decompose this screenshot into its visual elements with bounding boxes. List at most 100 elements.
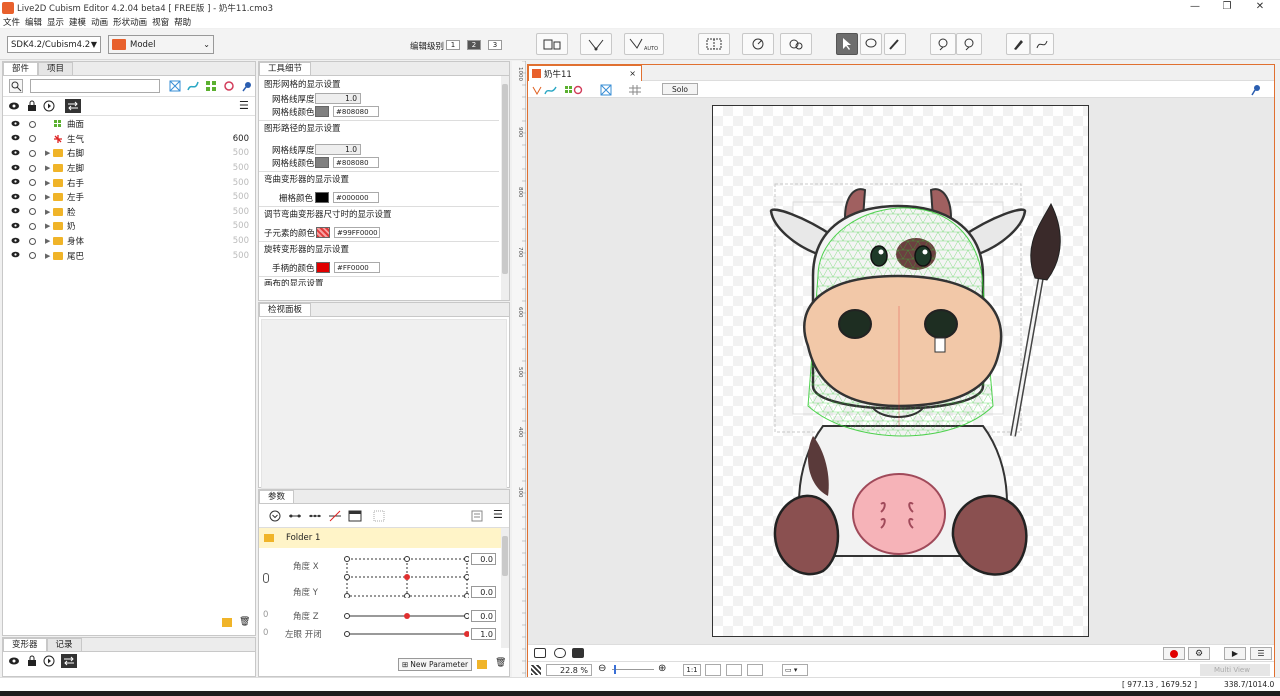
play-button[interactable]: ▶ [1224,647,1246,660]
lock-toggle-icon[interactable] [29,237,36,245]
warp-child-color-input[interactable]: #99FF0000 [334,227,380,238]
trash-icon[interactable]: 🗑 [239,617,250,627]
warp-grid-color-swatch[interactable] [315,192,329,203]
lock-toggle-icon[interactable] [29,193,36,201]
parameter-scrollbar[interactable] [501,528,509,648]
edit-level-3[interactable]: 3 [488,40,502,50]
parameter-folder-row[interactable]: Folder 1 [259,528,509,548]
path-tool-icon[interactable] [532,84,558,96]
visibility-eye-icon[interactable] [11,207,20,216]
edit-level-1[interactable]: 1 [446,40,460,50]
parts-row[interactable]: 曲面 [3,117,255,132]
remove-key-icon[interactable] [327,509,343,523]
flip-view-icon[interactable] [747,664,763,676]
new-folder-icon[interactable] [222,618,232,627]
tab-tool-detail[interactable]: 工具细节 [259,62,312,75]
list-view-icon[interactable] [469,509,485,523]
scrollbar-thumb[interactable] [502,536,508,576]
sdk-select[interactable]: SDK4.2/Cubism4.2 ▼ [7,36,101,53]
actual-size-button[interactable]: 1:1 [683,664,701,676]
tab-history[interactable]: 记录 [46,638,82,651]
menu-window[interactable]: 视窗 [152,16,169,28]
path-tool-button[interactable] [1030,33,1054,55]
visibility-eye-icon[interactable] [11,120,20,129]
path-thickness-input[interactable]: 1.0 [315,144,361,155]
lock-toggle-icon[interactable] [29,164,36,172]
lock-icon[interactable] [27,100,37,115]
play-circle-icon[interactable] [43,655,55,670]
menu-edit[interactable]: 编辑 [25,16,42,28]
pin-filter-icon[interactable] [241,80,253,92]
menu-modeling[interactable]: 建模 [69,16,86,28]
visibility-eye-icon[interactable] [11,149,20,158]
collapse-circle-icon[interactable] [267,509,283,523]
display-mode-select[interactable]: ▭ ▾ [782,664,808,676]
grid-toggle-icon[interactable] [628,84,642,96]
search-icon[interactable] [9,79,23,93]
menu-shape-animation[interactable]: 形状动画 [113,16,147,28]
select-tool-button[interactable] [836,33,858,55]
tab-parameters[interactable]: 参数 [259,490,295,503]
warp-child-color-swatch[interactable] [316,227,330,238]
tab-project[interactable]: 项目 [38,62,74,75]
menu-file[interactable]: 文件 [3,16,20,28]
parts-row[interactable]: ▶ 右脚 500 [3,146,255,161]
swap-icon[interactable] [65,99,81,113]
visibility-toggle-all-icon[interactable] [8,101,20,114]
parts-row[interactable]: ▶ 身体 500 [3,234,255,249]
lock-toggle-icon[interactable] [29,120,36,128]
lock-toggle-icon[interactable] [29,179,36,187]
parts-row[interactable]: 生气 600 [3,132,255,147]
chevron-right-icon[interactable]: ▶ [45,222,51,230]
lock-toggle-icon[interactable] [29,149,36,157]
rotation-deformer-button[interactable] [742,33,774,55]
warp-grid-color-input[interactable]: #000000 [333,192,379,203]
hamburger-menu-icon[interactable]: ☰ [239,100,249,111]
close-button[interactable]: ✕ [1245,0,1275,15]
lock-icon[interactable] [27,655,37,670]
link-icon[interactable] [263,573,269,583]
parts-row[interactable]: ▶ 尾巴 500 [3,248,255,263]
mesh-thickness-input[interactable]: 1.0 [315,93,361,104]
path-filter-icon[interactable] [187,80,199,92]
param-value-left-eye[interactable]: 1.0 [471,628,496,640]
rotation-handle-color-swatch[interactable] [316,262,330,273]
mesh-color-input[interactable]: #808080 [333,106,379,117]
camera-icon[interactable] [534,648,546,658]
lock-toggle-icon[interactable] [29,208,36,216]
parts-row[interactable]: ▶ 奶 500 [3,219,255,234]
path-color-swatch[interactable] [315,157,329,168]
swap-icon[interactable] [61,654,77,668]
mesh-filter-icon[interactable] [169,80,181,92]
visibility-eye-icon[interactable] [11,178,20,187]
record-button[interactable] [1163,647,1185,660]
add-three-keys-icon[interactable] [307,509,323,523]
lasso-tool-button[interactable] [860,33,882,55]
solo-button[interactable]: Solo [662,83,698,95]
model-canvas[interactable] [712,105,1089,637]
visibility-eye-icon[interactable] [11,222,20,231]
auto-mesh-button[interactable]: AUTO [624,33,664,55]
parts-row[interactable]: ▶ 左手 500 [3,190,255,205]
edit-level-2[interactable]: 2 [467,40,481,50]
warp-rotate-icon[interactable] [564,84,584,96]
new-folder-icon[interactable] [477,660,487,669]
play-circle-icon[interactable] [43,100,55,115]
mesh-color-swatch[interactable] [315,106,329,117]
minimize-button[interactable]: — [1180,0,1210,15]
list-button[interactable]: ☰ [1250,647,1272,660]
checker-bg-icon[interactable] [531,665,541,675]
tab-inspector[interactable]: 检视面板 [259,303,312,316]
grid-dots-icon[interactable] [371,509,387,523]
tab-deformer[interactable]: 变形器 [3,638,47,651]
parameter-window-icon[interactable] [347,509,363,523]
trash-icon[interactable]: 🗑 [495,658,506,668]
menu-animation[interactable]: 动画 [91,16,108,28]
multi-view-button[interactable]: Multi View [1200,664,1270,676]
zoom-in-icon[interactable]: ⊕ [658,663,666,674]
scrollbar-thumb[interactable] [502,84,508,274]
tool-detail-scrollbar[interactable] [501,76,509,300]
param-value-angle-x[interactable]: 0.0 [471,553,496,565]
mode-select[interactable]: Model ⌄ [108,35,214,54]
zoom-input[interactable]: 22.8 % [546,664,592,676]
